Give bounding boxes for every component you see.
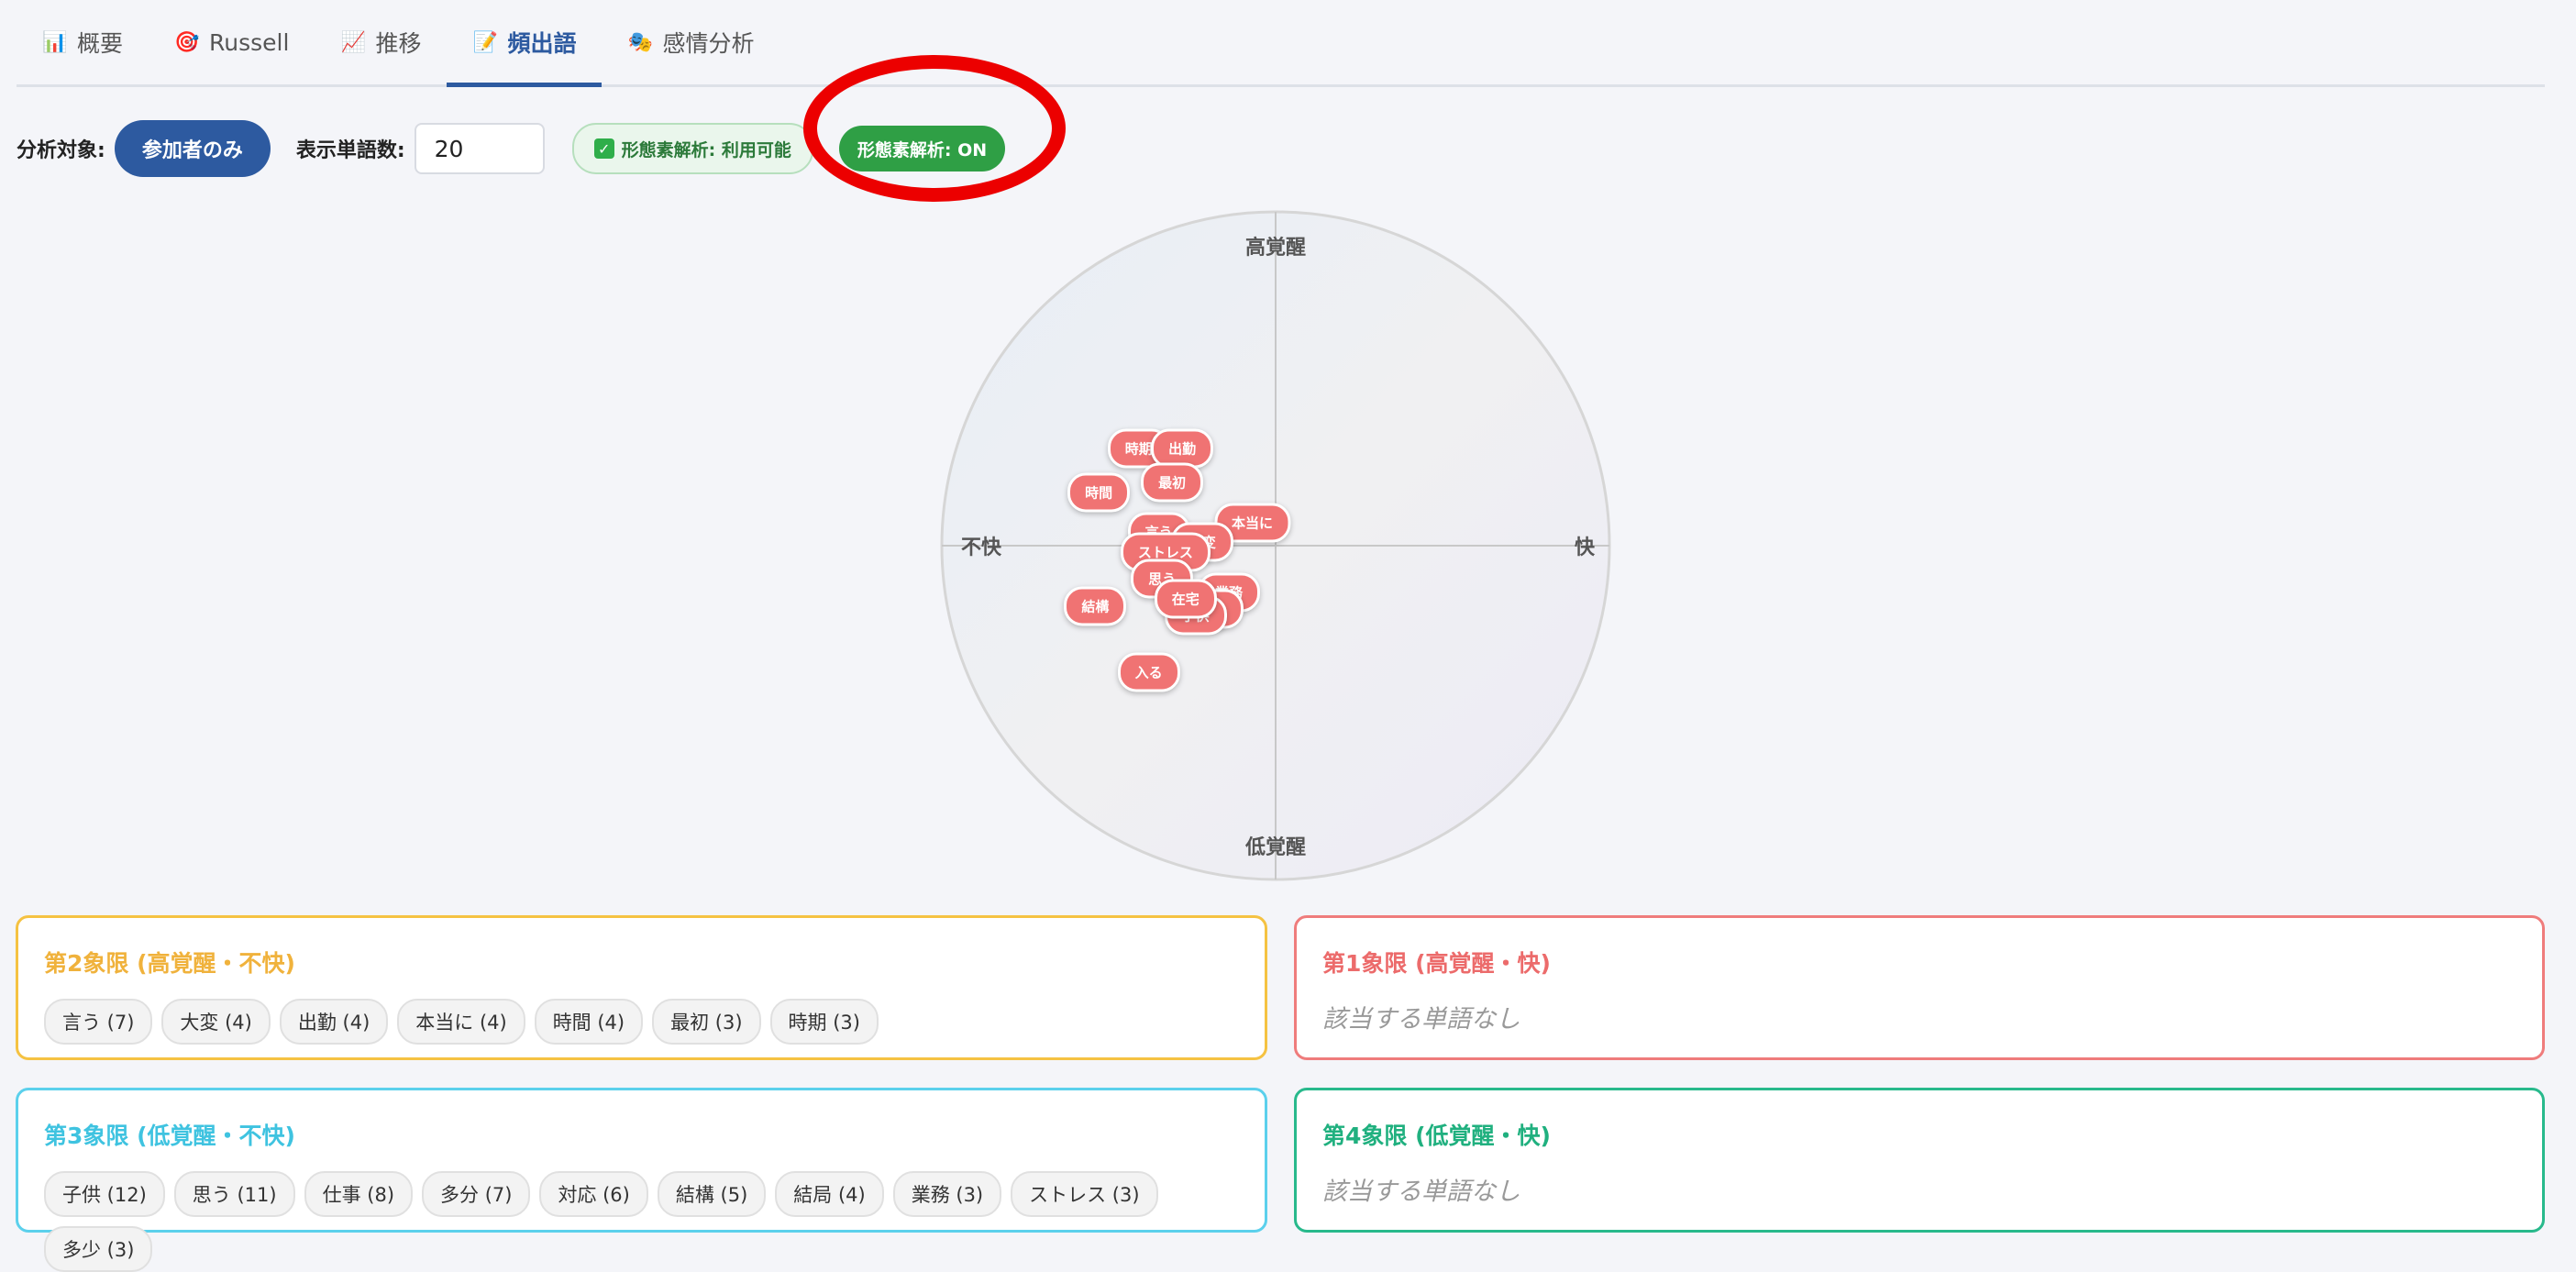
word-chip[interactable]: 多分 (7) bbox=[422, 1171, 531, 1217]
memo-icon: 📝 bbox=[472, 30, 498, 54]
quadrant-4-card: 第4象限 (低覚醒・快) 該当する単語なし bbox=[1294, 1088, 2545, 1233]
word-chip[interactable]: 業務 (3) bbox=[892, 1171, 1002, 1217]
axis-label-unpleasant: 不快 bbox=[960, 536, 1002, 559]
russell-chart: 高覚醒 低覚醒 不快 快 時期出勤最初時間本当に言う大変ストレス思う業務多少子供… bbox=[935, 207, 1651, 886]
quadrant-1-card: 第1象限 (高覚醒・快) 該当する単語なし bbox=[1294, 915, 2545, 1060]
word-chip[interactable]: 思う (11) bbox=[173, 1171, 295, 1217]
axis-label-low-arousal: 低覚醒 bbox=[1244, 836, 1307, 859]
tab-overview[interactable]: 📊 概要 bbox=[17, 0, 149, 84]
word-chip[interactable]: 結構 (5) bbox=[657, 1171, 767, 1217]
quadrant-3-chips: 子供 (12) 思う (11) 仕事 (8) 多分 (7) 対応 (6) 結構 … bbox=[44, 1171, 1239, 1272]
tab-label: 感情分析 bbox=[662, 30, 755, 57]
word-chip[interactable]: 本当に (4) bbox=[397, 999, 525, 1045]
word-bubble[interactable]: 時間 bbox=[1067, 472, 1131, 513]
axis-label-high-arousal: 高覚醒 bbox=[1244, 237, 1307, 260]
masks-icon: 🎭 bbox=[627, 30, 653, 54]
line-chart-icon: 📈 bbox=[340, 30, 366, 54]
quadrant-2-card: 第2象限 (高覚醒・不快) 言う (7) 大変 (4) 出勤 (4) 本当に (… bbox=[16, 915, 1267, 1060]
quadrant-3-card: 第3象限 (低覚醒・不快) 子供 (12) 思う (11) 仕事 (8) 多分 … bbox=[16, 1088, 1267, 1272]
tab-label: 概要 bbox=[77, 30, 124, 57]
tab-label: Russell bbox=[209, 28, 290, 56]
tab-trend[interactable]: 📈 推移 bbox=[315, 0, 447, 84]
quadrant-1-title: 第1象限 (高覚醒・快) bbox=[1322, 950, 1551, 977]
quadrant-2-title: 第2象限 (高覚醒・不快) bbox=[44, 950, 295, 977]
word-chip[interactable]: 対応 (6) bbox=[539, 1171, 648, 1217]
word-chip[interactable]: 出勤 (4) bbox=[279, 999, 389, 1045]
tab-label: 推移 bbox=[375, 30, 422, 57]
axis-label-pleasant: 快 bbox=[1574, 536, 1596, 559]
tab-frequent-words[interactable]: 📝 頻出語 bbox=[447, 0, 603, 87]
morph-toggle-button[interactable]: 形態素解析: ON bbox=[838, 126, 1006, 171]
word-chip[interactable]: 多少 (3) bbox=[44, 1226, 153, 1272]
word-chip[interactable]: 子供 (12) bbox=[44, 1171, 165, 1217]
word-count-label: 表示単語数: bbox=[295, 139, 405, 162]
word-chip[interactable]: 結局 (4) bbox=[775, 1171, 884, 1217]
target-label: 分析対象: bbox=[17, 139, 105, 162]
word-chip[interactable]: ストレス (3) bbox=[1011, 1171, 1158, 1217]
russell-circle-svg bbox=[940, 210, 1611, 881]
target-select-button[interactable]: 参加者のみ bbox=[114, 120, 271, 177]
word-bubble[interactable]: 最初 bbox=[1141, 462, 1204, 503]
quadrant-2-chips: 言う (7) 大変 (4) 出勤 (4) 本当に (4) 時間 (4) 最初 (… bbox=[44, 999, 1239, 1045]
morph-available-text: 形態素解析: 利用可能 bbox=[621, 139, 791, 160]
word-chip[interactable]: 大変 (4) bbox=[161, 999, 271, 1045]
tab-russell[interactable]: 🎯 Russell bbox=[149, 0, 315, 84]
quadrant-1-empty: 該当する単語なし bbox=[1322, 1005, 1520, 1034]
word-bubble[interactable]: 在宅 bbox=[1154, 579, 1217, 619]
check-icon: ✓ bbox=[593, 138, 614, 159]
tab-label: 頻出語 bbox=[507, 30, 577, 57]
quadrant-4-title: 第4象限 (低覚醒・快) bbox=[1322, 1123, 1551, 1149]
tab-sentiment[interactable]: 🎭 感情分析 bbox=[602, 0, 779, 84]
controls-row: 分析対象: 参加者のみ 表示単語数: ✓ 形態素解析: 利用可能 形態素解析: … bbox=[17, 119, 1006, 178]
word-bubble[interactable]: 入る bbox=[1117, 652, 1180, 692]
quadrant-4-empty: 該当する単語なし bbox=[1322, 1178, 1520, 1206]
tab-bar: 📊 概要 🎯 Russell 📈 推移 📝 頻出語 🎭 感情分析 bbox=[17, 0, 2545, 87]
word-chip[interactable]: 言う (7) bbox=[44, 999, 153, 1045]
word-chip[interactable]: 仕事 (8) bbox=[304, 1171, 414, 1217]
word-chip[interactable]: 時間 (4) bbox=[534, 999, 644, 1045]
target-icon: 🎯 bbox=[174, 30, 200, 54]
word-chip[interactable]: 最初 (3) bbox=[652, 999, 761, 1045]
morph-available-badge: ✓ 形態素解析: 利用可能 bbox=[571, 123, 813, 174]
word-bubble[interactable]: 結構 bbox=[1064, 586, 1127, 626]
word-count-input[interactable] bbox=[414, 123, 545, 174]
word-chip[interactable]: 時期 (3) bbox=[769, 999, 879, 1045]
bar-chart-icon: 📊 bbox=[42, 30, 68, 54]
quadrant-3-title: 第3象限 (低覚醒・不快) bbox=[44, 1123, 295, 1149]
